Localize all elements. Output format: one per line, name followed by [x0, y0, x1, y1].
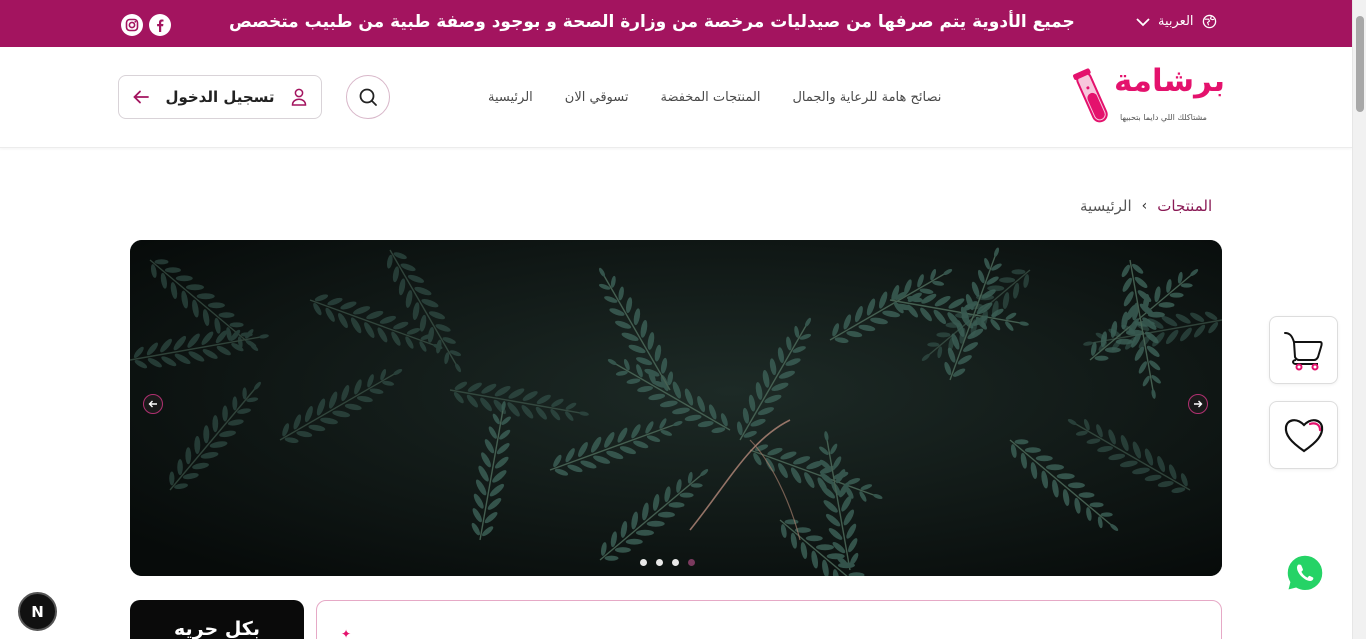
breadcrumb-separator: › [1141, 198, 1148, 214]
user-icon [291, 88, 306, 106]
floating-wishlist-button[interactable] [1269, 401, 1338, 469]
arrow-left-icon [133, 90, 150, 104]
slider-next-button[interactable] [1188, 394, 1208, 414]
slider-dots [640, 559, 695, 566]
login-button[interactable]: تسجيل الدخول [118, 75, 322, 119]
filter-card: بكل حريه [130, 600, 304, 639]
nav-item-tips[interactable]: نصائح هامة للرعاية والجمال [792, 90, 941, 105]
hero-slider[interactable] [130, 240, 1222, 576]
breadcrumb-current: المنتجات [1157, 197, 1213, 215]
site-logo[interactable]: برشامة مشتاكلك اللي دايما بتحبيها [1072, 63, 1238, 127]
login-label: تسجيل الدخول [165, 88, 275, 106]
instagram-icon[interactable] [121, 14, 143, 36]
search-icon [359, 88, 377, 106]
globe-icon [1202, 14, 1216, 29]
whatsapp-button[interactable] [1284, 552, 1326, 594]
slider-dot[interactable] [640, 559, 647, 566]
arrow-left-icon [148, 400, 157, 408]
promo-text: جميع الأدوية يتم صرفها من صيدليات مرخصة … [229, 12, 1075, 32]
facebook-icon[interactable] [149, 14, 171, 36]
promo-bar: جميع الأدوية يتم صرفها من صيدليات مرخصة … [0, 0, 1352, 47]
fern-leaves-image [130, 240, 1222, 576]
search-button[interactable] [346, 75, 390, 119]
slider-dot[interactable] [672, 559, 679, 566]
nav-item-shop-now[interactable]: تسوقي الان [565, 90, 629, 105]
site-header: تسجيل الدخول الرئيسية تسوقي الان المنتجا… [0, 47, 1352, 148]
filter-card-title: بكل حريه [174, 618, 260, 639]
language-selector[interactable]: العربية [1136, 14, 1217, 29]
nav-item-home[interactable]: الرئيسية [488, 90, 533, 105]
test-tube-icon [1073, 68, 1108, 123]
main-nav: الرئيسية تسوقي الان المنتجات المخفضة نصا… [488, 90, 941, 105]
nav-item-discounted[interactable]: المنتجات المخفضة [660, 90, 760, 105]
breadcrumb: الرئيسية › المنتجات [1080, 197, 1212, 215]
products-panel: ✦ [316, 600, 1222, 639]
heart-icon [1284, 419, 1323, 453]
dev-indicator-badge[interactable]: N [18, 592, 57, 631]
logo-wordmark: برشامة [1114, 63, 1226, 99]
logo-tagline: مشتاكلك اللي دايما بتحبيها [1120, 113, 1207, 122]
social-links [121, 14, 171, 36]
page-scrollbar[interactable] [1352, 0, 1366, 639]
floating-cart-button[interactable] [1269, 316, 1338, 384]
chevron-down-icon [1136, 17, 1150, 26]
arrow-right-icon [1194, 400, 1203, 408]
sparkle-icon: ✦ [341, 627, 352, 639]
slider-dot-active[interactable] [688, 559, 695, 566]
whatsapp-icon [1286, 554, 1324, 592]
cart-icon [1283, 332, 1323, 371]
language-label: العربية [1158, 14, 1194, 29]
slider-prev-button[interactable] [143, 394, 163, 414]
breadcrumb-home[interactable]: الرئيسية [1080, 197, 1132, 215]
scrollbar-thumb[interactable] [1356, 16, 1364, 112]
slider-dot[interactable] [656, 559, 663, 566]
